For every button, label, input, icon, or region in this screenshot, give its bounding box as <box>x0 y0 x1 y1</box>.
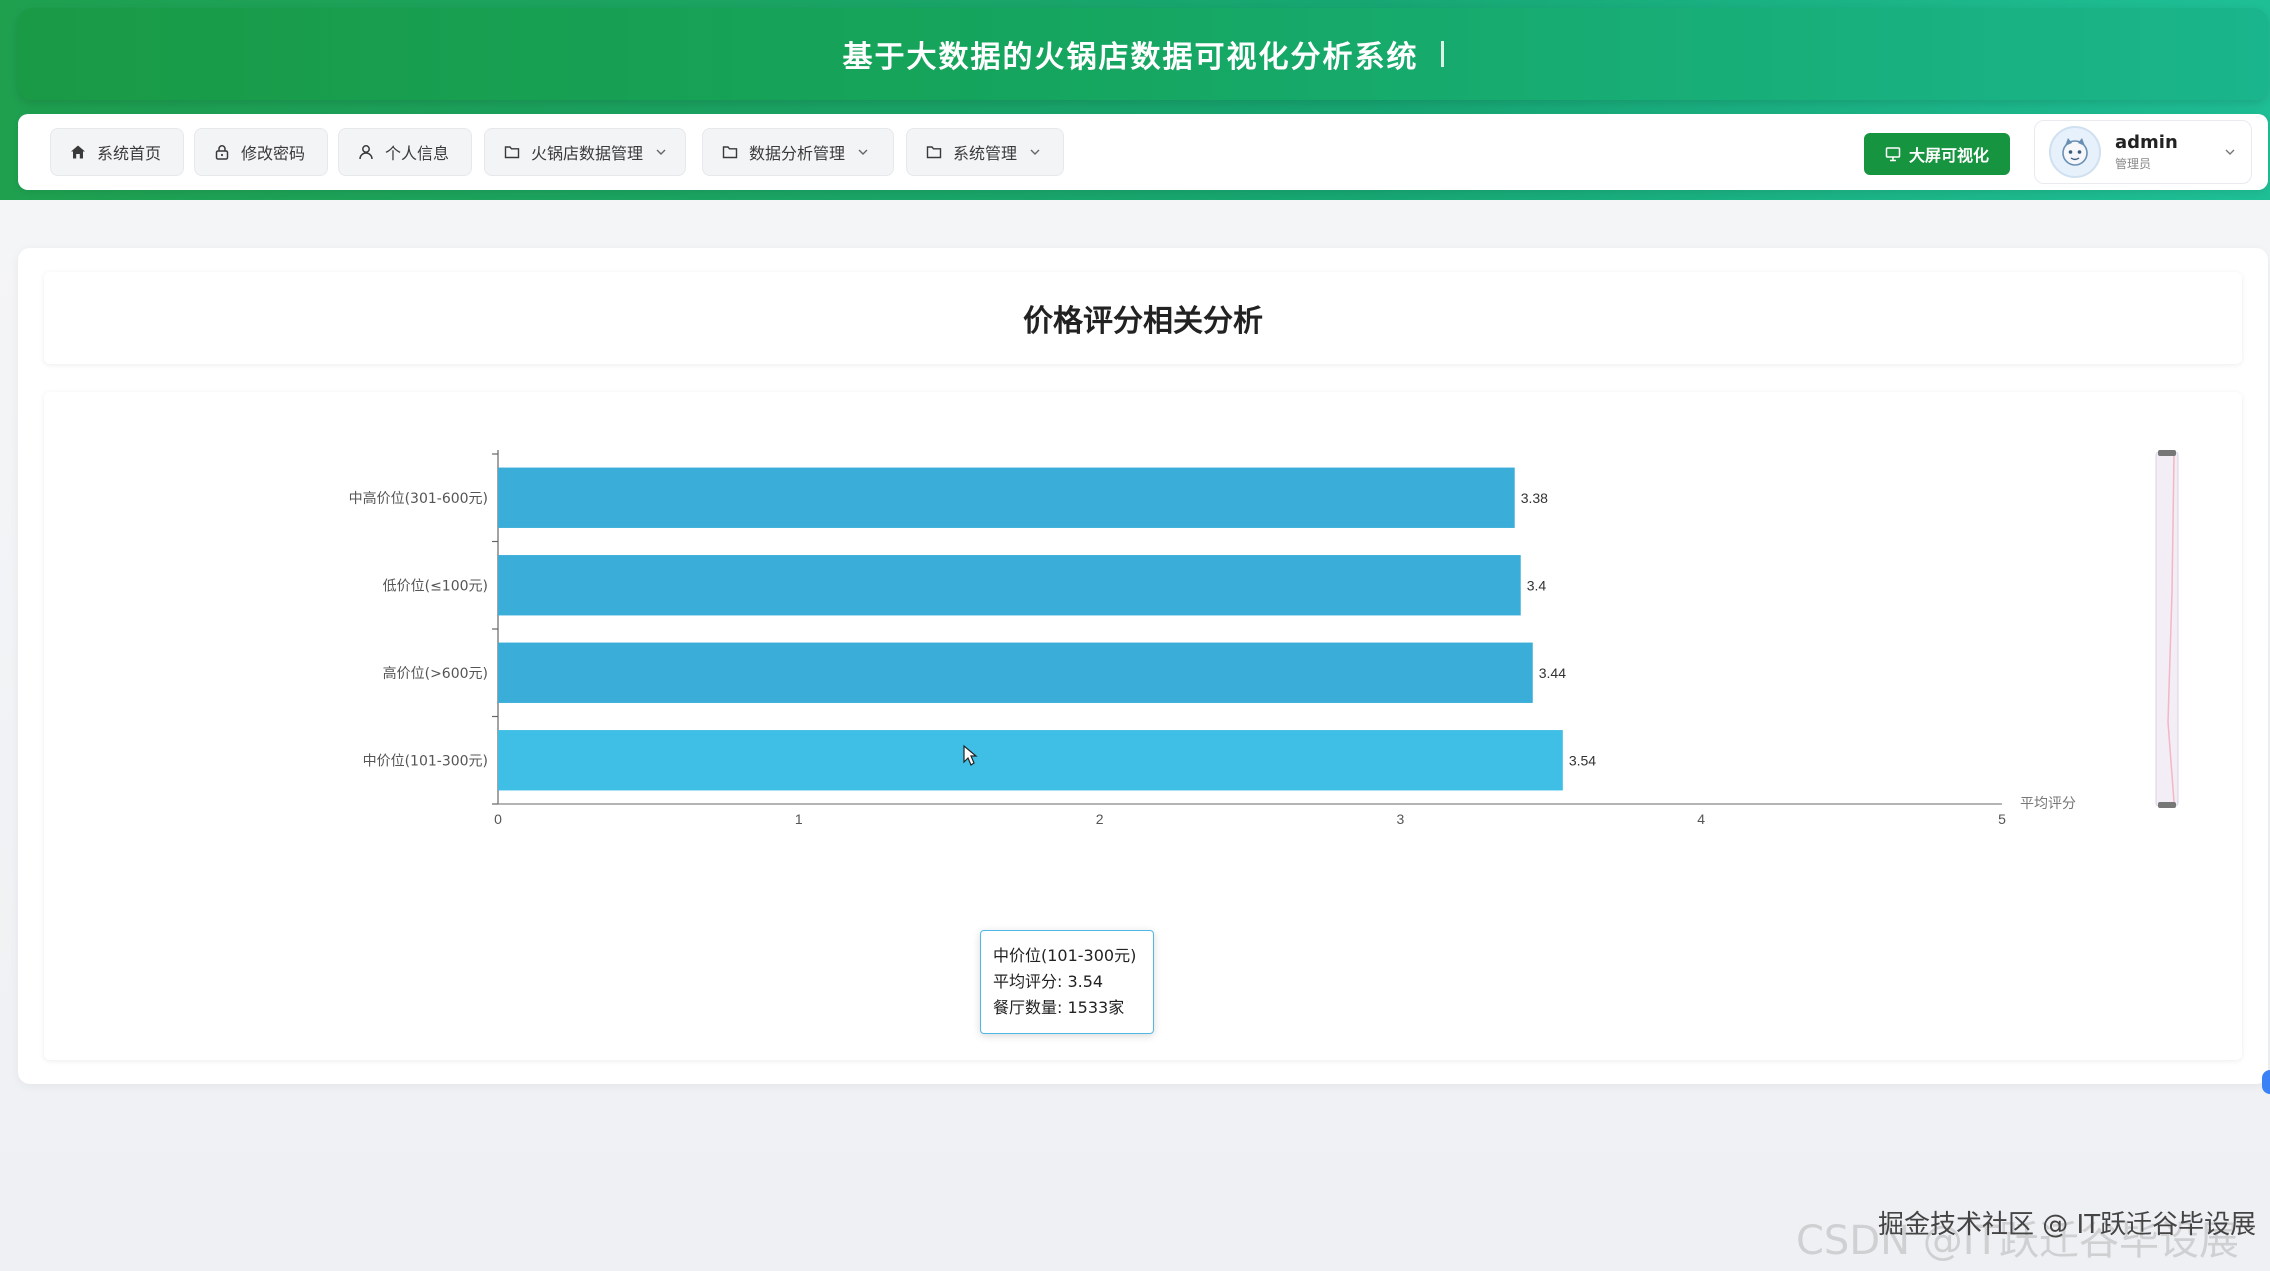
folder-icon <box>925 143 943 161</box>
nav-item-home[interactable]: 系统首页 <box>50 128 184 176</box>
main-content-card: 价格评分相关分析 0 1 2 3 4 5 平均评分 中高价位(301-600元) 3.38 低价位… <box>18 248 2268 1084</box>
x-tick-label: 3 <box>1397 811 1405 827</box>
bar-value-label: 3.54 <box>1569 752 1596 768</box>
nav-item-profile[interactable]: 个人信息 <box>338 128 472 176</box>
chart-card: 0 1 2 3 4 5 平均评分 中高价位(301-600元) 3.38 低价位(≤100元) 3.… <box>44 392 2242 1060</box>
bar-value-label: 3.4 <box>1527 577 1547 593</box>
monitor-icon <box>1885 146 1901 162</box>
x-tick-label: 2 <box>1096 811 1104 827</box>
chevron-down-icon <box>857 146 869 158</box>
nav-item-system[interactable]: 系统管理 <box>906 128 1064 176</box>
zoom-slider-handle-top <box>2158 450 2176 456</box>
y-category-label: 中高价位(301-600元) <box>349 490 488 507</box>
nav-item-label: 火锅店数据管理 <box>531 144 644 163</box>
avatar <box>2049 126 2101 178</box>
chevron-down-icon <box>1029 146 1041 158</box>
zoom-slider-handle-bottom <box>2158 802 2176 808</box>
top-navigation: 系统首页 修改密码 个人信息 火锅店数据管理 数据分析管理 系统管理 大屏可视化… <box>18 114 2268 190</box>
lock-icon <box>213 143 231 161</box>
x-tick-label: 0 <box>494 811 502 827</box>
nav-item-change-password[interactable]: 修改密码 <box>194 128 328 176</box>
nav-item-label: 个人信息 <box>385 144 450 163</box>
user-name: admin <box>2115 132 2178 153</box>
user-meta: admin 管理员 <box>2115 132 2178 172</box>
text-cursor <box>1440 41 1444 67</box>
x-tick-label: 1 <box>795 811 803 827</box>
bar-value-label: 3.44 <box>1539 665 1566 681</box>
tooltip-line-count: 餐厅数量: 1533家 <box>993 998 1125 1017</box>
y-category-label: 低价位(≤100元) <box>383 578 488 594</box>
chevron-down-icon <box>655 146 667 158</box>
chart-bar <box>498 730 1563 791</box>
nav-item-label: 系统首页 <box>97 144 162 163</box>
x-tick-label: 5 <box>1998 811 2006 827</box>
user-icon <box>357 143 375 161</box>
y-category-label: 高价位(>600元) <box>383 665 488 682</box>
nav-item-analysis[interactable]: 数据分析管理 <box>702 128 894 176</box>
user-menu[interactable]: admin 管理员 <box>2034 120 2252 184</box>
chart-title-card: 价格评分相关分析 <box>44 272 2242 364</box>
folder-icon <box>721 143 739 161</box>
chevron-down-icon <box>2223 145 2237 159</box>
tooltip-line-rating: 平均评分: 3.54 <box>993 972 1104 991</box>
bar-value-label: 3.38 <box>1521 490 1548 506</box>
chart-bar <box>498 555 1521 616</box>
tooltip-title: 中价位(101-300元) <box>993 946 1137 965</box>
page-title: 价格评分相关分析 <box>1023 304 1263 339</box>
zoom-slider-track <box>2155 451 2179 807</box>
chart-bar <box>498 642 1533 703</box>
user-role: 管理员 <box>2115 157 2152 171</box>
watermark-front-text: 掘金技术社区 @ IT跃迁谷毕设展 <box>1878 1210 2257 1240</box>
home-icon <box>69 143 87 161</box>
folder-icon <box>503 143 521 161</box>
nav-item-label: 修改密码 <box>241 144 306 163</box>
chart-bar <box>498 467 1515 528</box>
watermark: CSDN @IT跃迁谷毕设展 掘金技术社区 @ IT跃迁谷毕设展 <box>1796 1200 2266 1264</box>
big-screen-button[interactable]: 大屏可视化 <box>1864 133 2010 175</box>
big-screen-label: 大屏可视化 <box>1908 146 1989 165</box>
x-axis-label: 平均评分 <box>2020 796 2076 812</box>
app-title-bar: 基于大数据的火锅店数据可视化分析系统 <box>18 8 2268 100</box>
nav-item-label: 系统管理 <box>953 144 1018 163</box>
chart-tooltip: 中价位(101-300元) 平均评分: 3.54 餐厅数量: 1533家 <box>980 930 1154 1034</box>
nav-item-hotpot-data[interactable]: 火锅店数据管理 <box>484 128 686 176</box>
nav-item-label: 数据分析管理 <box>749 144 846 163</box>
x-tick-label: 4 <box>1697 811 1705 827</box>
app-title: 基于大数据的火锅店数据可视化分析系统 <box>842 40 1419 75</box>
floating-edge-button[interactable] <box>2262 1070 2270 1094</box>
y-category-label: 中价位(101-300元) <box>363 753 488 769</box>
